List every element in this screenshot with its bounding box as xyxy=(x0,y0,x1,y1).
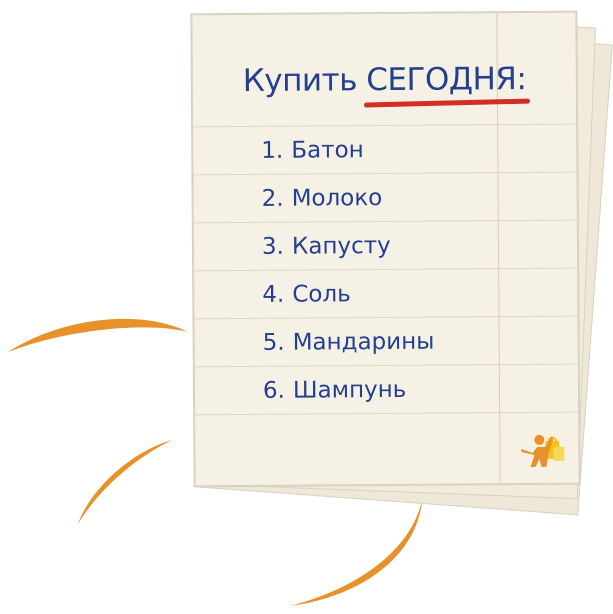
shopping-list-sheet: Купить СЕГОДНЯ: 1. Батон 2. Молоко 3. Капус… xyxy=(191,11,580,487)
item-number: 4. xyxy=(262,281,285,308)
item-number: 5. xyxy=(262,329,285,356)
item-text: Мандарины xyxy=(292,328,435,356)
title-highlight-text: СЕГОДНЯ: xyxy=(366,61,527,99)
ruled-line xyxy=(193,123,577,128)
ruled-line xyxy=(194,267,578,272)
red-underline xyxy=(364,98,531,108)
item-number: 2. xyxy=(261,185,284,212)
ruled-line xyxy=(193,171,577,176)
list-item: 5. Мандарины xyxy=(263,329,435,356)
list-item: 3. Капусту xyxy=(262,233,391,260)
item-text: Соль xyxy=(292,281,351,308)
list-title: Купить СЕГОДНЯ: xyxy=(242,61,531,108)
item-text: Молоко xyxy=(291,185,383,212)
ruled-line xyxy=(194,315,578,320)
list-item: 1. Батон xyxy=(261,137,364,164)
list-item: 6. Шампунь xyxy=(263,377,406,404)
item-number: 6. xyxy=(262,377,286,404)
item-text: Шампунь xyxy=(292,376,407,404)
ruled-line xyxy=(194,363,578,368)
item-number: 1. xyxy=(261,137,284,164)
shopping-list-illustration: Купить СЕГОДНЯ: 1. Батон 2. Молоко 3. Капус… xyxy=(0,0,613,614)
list-item: 2. Молоко xyxy=(262,185,383,212)
ruled-line xyxy=(193,219,577,224)
title-prefix: Купить xyxy=(242,62,367,99)
ruled-line xyxy=(195,411,579,416)
item-text: Капусту xyxy=(291,232,391,260)
title-highlight: СЕГОДНЯ: xyxy=(364,61,531,108)
item-number: 3. xyxy=(261,233,285,260)
shopper-with-bags-icon xyxy=(521,434,565,467)
item-text: Батон xyxy=(291,137,364,164)
list-item: 4. Соль xyxy=(262,281,351,308)
